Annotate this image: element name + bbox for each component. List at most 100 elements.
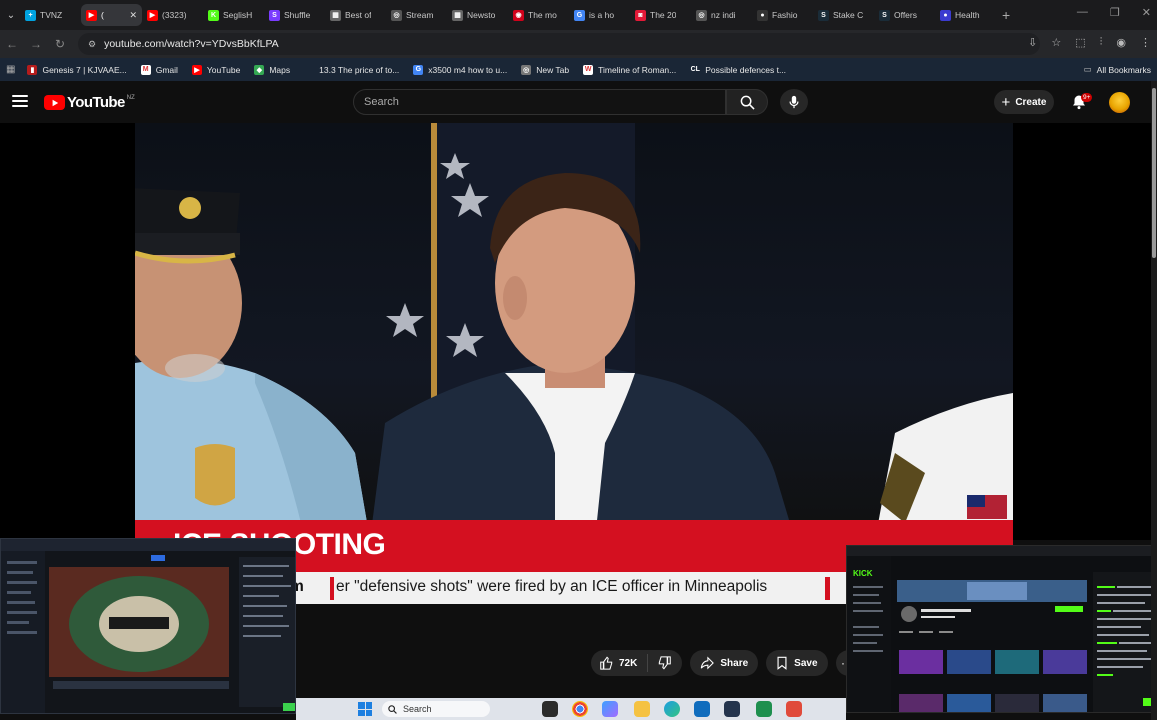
tab-title: Newsto [467, 10, 496, 20]
copilot-icon[interactable] [602, 701, 618, 717]
dislike-button[interactable] [648, 656, 682, 670]
windows-start-icon[interactable] [358, 702, 372, 716]
tab-search-icon[interactable]: ⌄ [2, 6, 20, 24]
taskbar-search[interactable]: Search [382, 701, 490, 717]
browser-tab[interactable]: ◎ Stream [386, 4, 447, 26]
tab-title: Stake C [833, 10, 864, 20]
screen: ⌄ + TVNZ ▶ (✕ ▶ (3323) K SeglisH S Shuffle ▦ Best o… [0, 0, 1157, 720]
browser-toolbar: ← → ↻ ⚙ youtube.com/watch?v=YDvsBbKfLPA … [0, 30, 1157, 58]
bookmark-item[interactable]: ▶ YouTube [191, 64, 240, 75]
overlay-right-thumbnail: KICK [847, 546, 1156, 712]
search-button[interactable] [726, 89, 768, 115]
lower-third-text: er "defensive shots" were fired by an IC… [336, 578, 768, 595]
bookmark-label: Maps [269, 64, 291, 75]
share-label: Share [720, 657, 749, 669]
extensions-icon[interactable]: ⬚ [1075, 36, 1085, 49]
task-view-icon[interactable] [542, 701, 558, 717]
app-icon-green[interactable] [756, 701, 772, 717]
close-tab-icon[interactable]: ✕ [129, 10, 137, 21]
address-bar[interactable]: ⚙ youtube.com/watch?v=YDvsBbKfLPA [78, 33, 1040, 55]
bookmark-item[interactable]: ◎ New Tab [521, 64, 570, 75]
bookmark-label: Gmail [155, 64, 178, 75]
profile-icon[interactable]: ◉ [1116, 36, 1126, 49]
share-button[interactable]: Share [690, 650, 759, 676]
voice-search-button[interactable] [780, 89, 808, 115]
browser-tab[interactable]: ◙ The 20 [630, 4, 691, 26]
thumbs-up-icon [600, 656, 613, 670]
tab-favicon-icon: ● [757, 9, 768, 21]
browser-menu-icon[interactable]: ⋮ [1140, 36, 1151, 49]
reload-icon[interactable]: ↻ [48, 37, 72, 51]
back-icon[interactable]: ← [0, 37, 24, 51]
browser-tab[interactable]: ● Fashio [752, 4, 813, 26]
browser-tab[interactable]: ● Health [935, 4, 996, 26]
browser-tab[interactable]: + TVNZ [20, 4, 81, 26]
browser-tab[interactable]: ▦ Newsto [447, 4, 508, 26]
all-bookmarks-label: All Bookmarks [1096, 64, 1151, 75]
bookmark-item[interactable]: Gx3500 m4 how to u... [413, 64, 507, 75]
tab-title: TVNZ [40, 10, 63, 20]
overlay-window-right[interactable]: KICK [846, 545, 1157, 713]
site-info-icon[interactable]: ⚙ [88, 39, 96, 50]
install-app-icon[interactable]: ⇩ [1028, 36, 1037, 49]
video-player[interactable] [0, 123, 1151, 540]
bookmark-label: New Tab [536, 64, 570, 75]
store-icon[interactable] [724, 701, 740, 717]
bookmark-item[interactable]: CL Possible defences t... [690, 64, 786, 75]
video-frame [135, 123, 1013, 540]
browser-tab[interactable]: K SeglisH [203, 4, 264, 26]
like-button[interactable]: 72K [591, 654, 649, 672]
close-window-icon[interactable]: ✕ [1142, 6, 1151, 19]
tab-favicon-icon: ◎ [696, 9, 707, 21]
browser-tab[interactable]: ▶ (3323) [142, 4, 203, 26]
all-bookmarks-button[interactable]: ▭ All Bookmarks [1084, 64, 1151, 75]
forward-icon[interactable]: → [24, 37, 48, 51]
app-icon-red[interactable] [786, 701, 802, 717]
bookmark-item[interactable]: ▮ Genesis 7 | KJVAAE... [27, 64, 127, 75]
account-avatar[interactable] [1109, 92, 1130, 113]
browser-tab[interactable]: ▦ Best of [325, 4, 386, 26]
apps-grid-icon[interactable]: ▦ [6, 64, 15, 75]
bookmark-item[interactable]: ◆ Maps [254, 64, 291, 75]
search-input[interactable]: Search [353, 89, 726, 115]
browser-tab[interactable]: S Stake C [813, 4, 874, 26]
bookmark-star-icon[interactable]: ☆ [1051, 36, 1061, 49]
bookmark-item[interactable]: W Timeline of Roman... [583, 64, 676, 75]
tab-favicon-icon: S [879, 9, 890, 21]
browser-tab[interactable]: Gis a ho [569, 4, 630, 26]
mail-icon[interactable] [694, 701, 710, 717]
reading-icon[interactable]: ⫶ [1100, 36, 1103, 49]
overlay-window-left[interactable] [0, 538, 296, 714]
bookmark-favicon-icon: ▮ [27, 64, 38, 75]
tab-favicon-icon: S [269, 9, 280, 21]
bookmark-item[interactable]: 13.3 The price of to... [304, 64, 399, 75]
create-button[interactable]: + Create [994, 90, 1054, 114]
bookmark-item[interactable]: M Gmail [140, 64, 178, 75]
microphone-icon [789, 95, 799, 109]
browser-tab[interactable]: ◎ nz indi [691, 4, 752, 26]
tab-favicon-icon: ◉ [513, 9, 524, 21]
notification-badge: 9+ [1081, 93, 1093, 102]
edge-icon[interactable] [664, 701, 680, 717]
browser-tab[interactable]: ▶ (✕ [81, 4, 142, 26]
browser-tab[interactable]: S Offers [874, 4, 935, 26]
youtube-logo[interactable]: YouTube NZ [44, 94, 135, 111]
tab-title: ( [101, 10, 104, 20]
bookmark-favicon-icon: W [583, 64, 594, 75]
browser-tab[interactable]: ◉ The mo [508, 4, 569, 26]
maximize-icon[interactable]: ❐ [1110, 6, 1120, 19]
save-label: Save [794, 657, 818, 669]
scrollbar-thumb[interactable] [1152, 88, 1156, 258]
bookmark-favicon-icon: ▶ [191, 64, 202, 75]
bookmark-favicon-icon: CL [690, 64, 701, 75]
minimize-icon[interactable]: — [1077, 6, 1088, 19]
chrome-icon[interactable] [572, 701, 588, 717]
browser-tab[interactable]: S Shuffle [264, 4, 325, 26]
save-button[interactable]: Save [766, 650, 828, 676]
taskbar-search-placeholder: Search [403, 704, 432, 714]
tab-title: Best of [345, 10, 372, 20]
file-explorer-icon[interactable] [634, 701, 650, 717]
new-tab-icon[interactable]: + [1002, 7, 1010, 23]
caption-red-bar [330, 577, 334, 600]
guide-menu-icon[interactable] [12, 95, 28, 107]
